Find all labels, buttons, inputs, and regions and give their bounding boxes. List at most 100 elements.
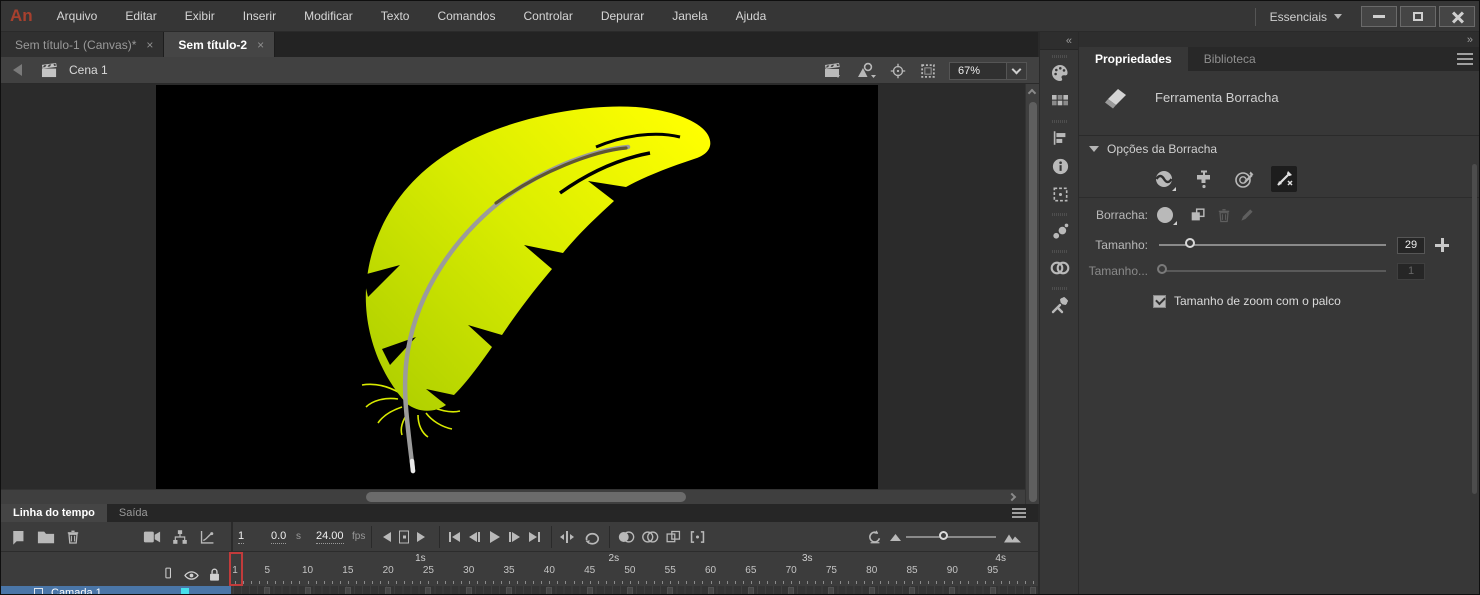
color-panel-button[interactable] xyxy=(1040,59,1080,87)
minimize-button[interactable] xyxy=(1361,6,1397,27)
dock-collapse-button[interactable]: « xyxy=(1040,32,1078,50)
document-tab-2[interactable]: Sem título-2 × xyxy=(164,32,276,57)
tab-sa-da[interactable]: Saída xyxy=(107,504,160,522)
edit-scene-button[interactable] xyxy=(823,62,843,79)
step-forward-one-frame-button[interactable] xyxy=(509,531,520,542)
tab-linha-do-tempo[interactable]: Linha do tempo xyxy=(1,504,107,522)
menu-item-comandos[interactable]: Comandos xyxy=(423,1,509,31)
zoom-select[interactable]: 67% xyxy=(949,61,1027,80)
elapsed-time-value[interactable]: 0.0 xyxy=(271,530,287,544)
zoom-in-timeline-icon[interactable] xyxy=(1003,530,1023,543)
timeline-zoom-slider[interactable] xyxy=(906,531,996,540)
new-folder-button[interactable] xyxy=(37,529,55,544)
current-frame-value[interactable]: 1 xyxy=(238,530,245,544)
zoom-dropdown-button[interactable] xyxy=(1007,61,1027,80)
cc-libraries-button[interactable] xyxy=(1040,254,1080,282)
timeline-zoom-handle[interactable] xyxy=(939,531,948,540)
close-tab-icon[interactable]: × xyxy=(257,38,264,52)
frame-rate-value[interactable]: 24.00 xyxy=(316,530,344,544)
tab-propriedades[interactable]: Propriedades xyxy=(1079,47,1188,71)
step-back-one-frame-button[interactable] xyxy=(469,531,480,542)
eraser-shape-button[interactable] xyxy=(1157,207,1177,225)
center-frame-button[interactable] xyxy=(559,530,575,544)
delete-layer-button[interactable] xyxy=(65,528,81,545)
visibility-column-icon[interactable] xyxy=(183,569,200,582)
brushes-panel-button[interactable] xyxy=(1040,217,1080,245)
close-button[interactable] xyxy=(1439,6,1475,27)
step-forward-button[interactable] xyxy=(417,531,425,542)
timeline-ruler[interactable]: 1 5 10 15 20 25 30 35 40 45 50 55 60 65 70 75 80 85 90 95 1s… xyxy=(1,552,1038,586)
faucet-button[interactable] xyxy=(1191,166,1217,192)
edit-brush-button[interactable] xyxy=(1239,207,1255,223)
stage[interactable] xyxy=(156,85,878,490)
edit-multiple-frames-button[interactable] xyxy=(665,529,682,545)
vertical-scrollbar[interactable] xyxy=(1025,84,1039,504)
new-layer-button[interactable] xyxy=(9,528,26,545)
scroll-right-icon[interactable] xyxy=(1007,492,1017,502)
scroll-up-icon[interactable] xyxy=(1027,88,1037,98)
loop-playback-button[interactable] xyxy=(583,529,600,545)
erase-fills-button[interactable] xyxy=(1231,166,1257,192)
menu-item-exibir[interactable]: Exibir xyxy=(171,1,229,31)
size-slider-handle[interactable] xyxy=(1185,238,1195,248)
plus-icon[interactable] xyxy=(1435,238,1449,252)
layer-parenting-button[interactable] xyxy=(171,528,189,545)
tools-panel-button[interactable] xyxy=(1040,291,1080,319)
timeline-menu-button[interactable] xyxy=(1012,508,1026,518)
go-to-last-frame-button[interactable] xyxy=(529,531,540,542)
menu-item-ajuda[interactable]: Ajuda xyxy=(722,1,781,31)
menu-item-editar[interactable]: Editar xyxy=(111,1,170,31)
menu-item-controlar[interactable]: Controlar xyxy=(509,1,586,31)
outline-column-icon[interactable] xyxy=(161,564,175,582)
min-size-slider-handle[interactable] xyxy=(1157,264,1167,274)
min-size-value[interactable]: 1 xyxy=(1397,262,1425,280)
layer-row[interactable]: Camada 1 xyxy=(1,586,231,594)
erase-selected-button[interactable] xyxy=(1271,166,1297,192)
zoom-size-checkbox[interactable] xyxy=(1153,294,1166,308)
min-size-slider[interactable] xyxy=(1157,264,1386,274)
delete-brush-button[interactable] xyxy=(1216,207,1232,224)
center-stage-button[interactable] xyxy=(889,62,907,80)
eraser-mode-button[interactable] xyxy=(1151,166,1177,192)
layer-depth-button[interactable] xyxy=(199,528,216,545)
camera-button[interactable] xyxy=(143,530,161,543)
lock-column-icon[interactable] xyxy=(208,567,221,582)
menu-item-depurar[interactable]: Depurar xyxy=(587,1,658,31)
document-tab-1[interactable]: Sem título-1 (Canvas)* × xyxy=(1,32,165,57)
frames-area[interactable] xyxy=(233,586,1038,594)
swatches-panel-button[interactable] xyxy=(1040,87,1080,115)
edit-symbols-button[interactable] xyxy=(855,62,877,79)
go-to-first-frame-button[interactable] xyxy=(449,531,460,542)
clip-content-button[interactable] xyxy=(919,62,937,80)
menu-item-modificar[interactable]: Modificar xyxy=(290,1,367,31)
panel-collapse-button[interactable]: » xyxy=(1079,32,1479,47)
properties-scrollbar[interactable] xyxy=(1472,164,1477,494)
panel-menu-button[interactable] xyxy=(1457,53,1473,65)
menu-item-texto[interactable]: Texto xyxy=(367,1,424,31)
size-value[interactable]: 29 xyxy=(1397,236,1425,254)
playhead[interactable] xyxy=(229,552,243,586)
transform-panel-button[interactable] xyxy=(1040,180,1080,208)
onion-skin-outlines-button[interactable] xyxy=(641,529,659,544)
close-tab-icon[interactable]: × xyxy=(146,38,153,52)
menu-item-arquivo[interactable]: Arquivo xyxy=(43,1,112,31)
workspace-switcher[interactable]: Essenciais xyxy=(1270,10,1342,24)
modify-markers-button[interactable] xyxy=(689,529,706,545)
back-button[interactable] xyxy=(1,64,26,76)
zoom-out-timeline-icon[interactable] xyxy=(889,532,902,542)
info-panel-button[interactable] xyxy=(1040,152,1080,180)
zoom-value[interactable]: 67% xyxy=(949,61,1007,80)
onion-skin-button[interactable] xyxy=(617,529,635,544)
menu-item-janela[interactable]: Janela xyxy=(658,1,721,31)
manage-brush-button[interactable] xyxy=(1189,206,1207,224)
step-back-button[interactable] xyxy=(383,531,391,542)
eraser-options-section-header[interactable]: Opções da Borracha xyxy=(1079,135,1479,161)
menu-item-inserir[interactable]: Inserir xyxy=(229,1,290,31)
horizontal-scrollbar[interactable] xyxy=(1,489,1025,504)
play-button[interactable] xyxy=(490,530,500,543)
reset-timeline-zoom-button[interactable] xyxy=(867,529,883,544)
layer-color-swatch[interactable] xyxy=(181,588,189,594)
current-frame-indicator[interactable] xyxy=(399,530,409,543)
vscroll-thumb[interactable] xyxy=(1029,102,1037,502)
maximize-button[interactable] xyxy=(1400,6,1436,27)
